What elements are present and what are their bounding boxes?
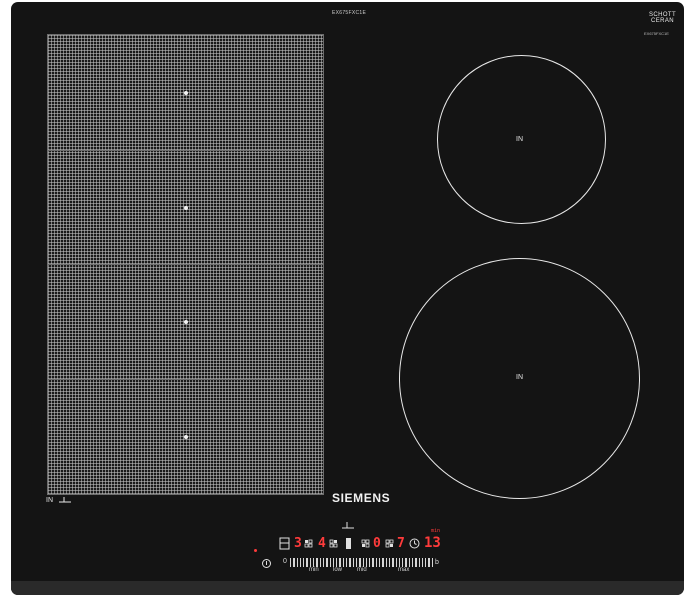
slider-tick — [313, 558, 315, 567]
slider-tick — [408, 558, 410, 567]
slider-min-label: min — [309, 567, 319, 573]
flex-mode-icon[interactable] — [345, 537, 353, 550]
flex-zone-segment-2[interactable] — [47, 150, 324, 265]
glass-brand-line2: CERAN — [651, 18, 675, 24]
slider-tick — [352, 558, 354, 567]
flex-zone-segment-1[interactable] — [47, 34, 324, 151]
flex-zone-induction-label: IN — [46, 497, 53, 504]
power-level-slider[interactable] — [290, 558, 438, 567]
flex-zone-segment-3[interactable] — [47, 264, 324, 380]
zone-center-dot — [184, 91, 188, 95]
slider-zero-label: 0 — [283, 558, 287, 565]
slider-tick — [296, 558, 298, 567]
slider-tick — [290, 558, 292, 567]
slider-tick — [421, 558, 424, 567]
boost-button[interactable]: b — [435, 559, 439, 566]
slider-max-label: max — [398, 567, 410, 573]
front-right-induction-label: IN — [516, 374, 523, 381]
slider-tick — [349, 558, 351, 567]
glass-brand: SCHOTT CERAN — [649, 12, 676, 24]
slider-tick — [431, 558, 434, 567]
slider-tick — [369, 558, 371, 567]
slider-tick — [293, 558, 295, 567]
slider-tick — [375, 558, 378, 567]
power-indicator-led — [254, 549, 257, 552]
slider-tick — [425, 558, 427, 567]
flex-zone-icon — [59, 497, 71, 503]
slider-low-label: low — [333, 567, 343, 573]
slider-tick — [365, 558, 368, 567]
timer-min-indicator: min — [431, 528, 441, 534]
zone-center-dot — [184, 320, 188, 324]
zone-select-3-icon[interactable] — [329, 539, 339, 549]
cooktop-surface: EX675FXC1E SCHOTT CERAN EX675FXC1E IN IN… — [11, 2, 684, 595]
slider-tick — [392, 558, 394, 567]
timer-display: 13 — [424, 535, 441, 551]
slider-tick — [306, 558, 308, 567]
slider-tick — [322, 558, 325, 567]
slider-tick — [355, 558, 358, 567]
slider-tick — [379, 558, 381, 567]
slider-tick — [336, 558, 338, 567]
slider-tick — [388, 558, 391, 567]
slider-tick — [415, 558, 417, 567]
slider-tick — [329, 558, 331, 567]
brand-logo: SIEMENS — [332, 491, 391, 505]
timer-clock-icon[interactable] — [409, 538, 420, 549]
slider-tick — [362, 558, 364, 567]
slider-tick — [372, 558, 374, 567]
zone-display-3: 0 — [373, 536, 381, 551]
zone-select-4-icon[interactable] — [361, 539, 371, 549]
zone-select-flex-icon[interactable] — [279, 537, 291, 551]
zone-display-1: 3 — [294, 536, 302, 551]
cooktop-front-edge — [11, 581, 684, 595]
zone-select-5-icon[interactable] — [385, 539, 395, 549]
zone-display-2: 4 — [318, 536, 326, 551]
slider-tick — [398, 558, 401, 567]
slider-tick — [319, 558, 321, 567]
slider-tick — [332, 558, 335, 567]
slider-tick — [339, 558, 341, 567]
slider-tick — [342, 558, 345, 567]
control-panel-zone-icon — [342, 522, 354, 529]
model-number: EX675FXC1E — [332, 10, 367, 16]
slider-tick — [326, 558, 328, 567]
flex-zone-segment-4[interactable] — [47, 379, 324, 495]
zone-select-2-icon[interactable] — [304, 539, 314, 549]
slider-tick — [402, 558, 404, 567]
slider-tick — [411, 558, 414, 567]
slider-tick — [316, 558, 318, 567]
slider-tick — [382, 558, 384, 567]
rear-right-induction-label: IN — [516, 136, 523, 143]
slider-tick — [405, 558, 407, 567]
zone-display-4: 7 — [397, 536, 405, 551]
slider-tick — [428, 558, 430, 567]
slider-tick — [418, 558, 420, 567]
glass-brand-sub: EX675FXC1E — [644, 31, 669, 36]
slider-tick — [309, 558, 312, 567]
slider-tick — [346, 558, 348, 567]
zone-center-dot — [184, 206, 188, 210]
power-button[interactable] — [262, 559, 271, 568]
slider-mid-label: mid — [357, 567, 367, 573]
slider-tick — [303, 558, 305, 567]
slider-tick — [395, 558, 397, 567]
slider-tick — [359, 558, 361, 567]
slider-tick — [299, 558, 302, 567]
slider-tick — [385, 558, 387, 567]
zone-center-dot — [184, 435, 188, 439]
